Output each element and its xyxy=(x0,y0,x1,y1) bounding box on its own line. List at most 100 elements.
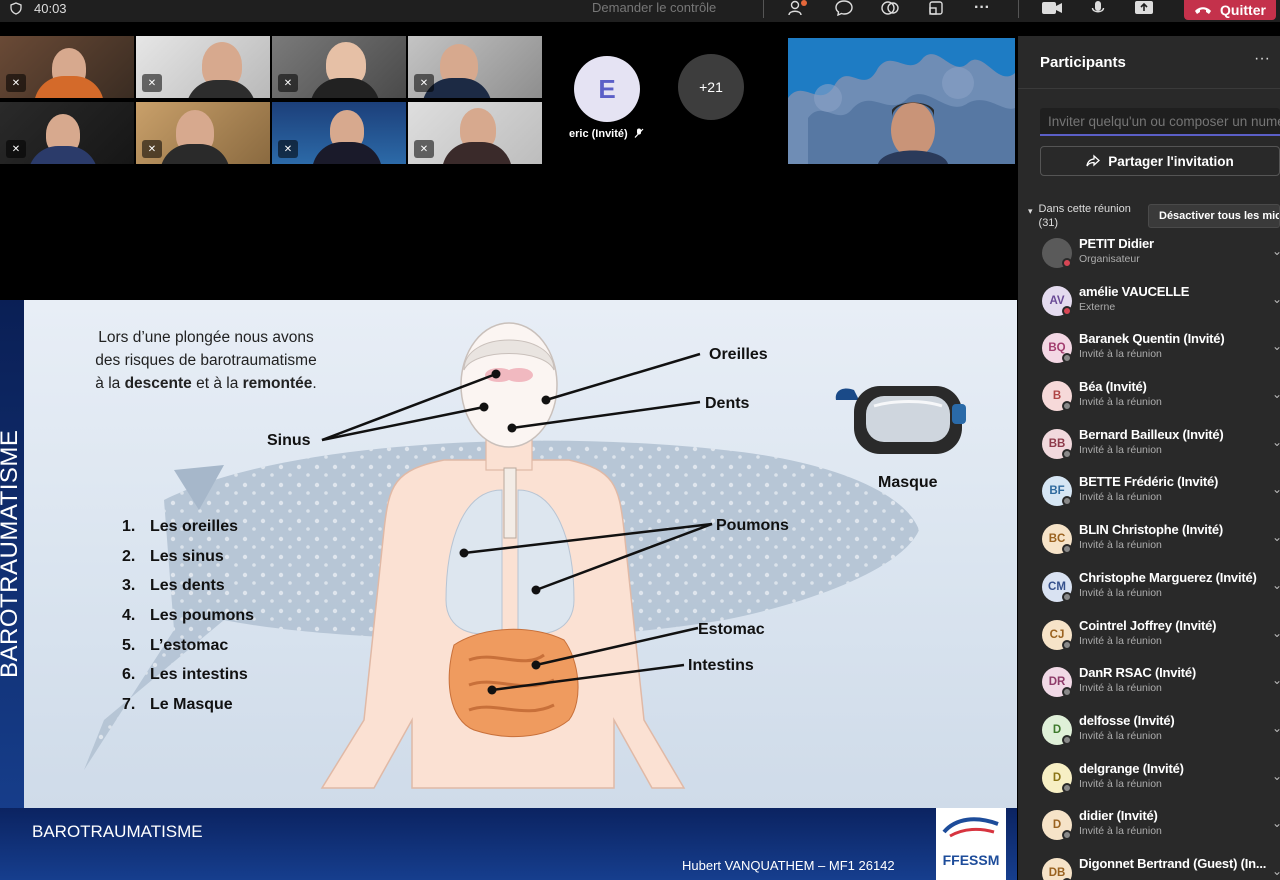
participant-row[interactable]: B Béa (Invité) Invité à la réunion ⌄ xyxy=(1018,375,1280,423)
in-meeting-section-toggle[interactable]: ▾ Dans cette réunion (31) xyxy=(1028,202,1131,230)
participant-row[interactable]: DR DanR RSAC (Invité) Invité à la réunion ⌄ xyxy=(1018,661,1280,709)
participant-row[interactable]: CM Christophe Marguerez (Invité) Invité à … xyxy=(1018,566,1280,614)
participant-name: didier (Invité) xyxy=(1079,808,1158,824)
meeting-duration: 40:03 xyxy=(34,0,67,16)
participant-video-tile[interactable]: ✕ xyxy=(408,102,542,164)
invite-search-input[interactable] xyxy=(1040,108,1280,136)
footer-author: Hubert VANQUATHEM – MF1 26142 xyxy=(682,858,895,873)
participant-video-tile[interactable]: ✕ xyxy=(136,36,270,98)
participant-row[interactable]: DB Digonnet Bertrand (Guest) (In... ⌄ xyxy=(1018,852,1280,880)
participant-row[interactable]: Ddidier (Invité) Invité à la réunion ⌄ xyxy=(1018,804,1280,852)
presence-status-icon xyxy=(1062,496,1072,507)
share-screen-icon[interactable] xyxy=(1132,0,1156,16)
risk-list: 1. Les oreilles 2. Les sinus 3. Les dents 4. Le… xyxy=(122,518,254,726)
participant-row[interactable]: Ddelfosse (Invité) Invité à la réunion ⌄ xyxy=(1018,709,1280,757)
slide-content: Lors d’une plongée nous avons des risque… xyxy=(24,300,1017,808)
chevron-down-icon[interactable]: ⌄ xyxy=(1272,292,1280,306)
participant-row[interactable]: PETIT Didier Organisateur ⌄ xyxy=(1018,232,1280,280)
participant-row[interactable]: BF BETTE Frédéric (Invité) Invité à la réu… xyxy=(1018,470,1280,518)
more-actions-icon[interactable]: ··· xyxy=(970,0,994,16)
mic-off-icon: ✕ xyxy=(6,74,26,92)
chevron-down-icon[interactable]: ⌄ xyxy=(1272,387,1280,401)
slide-side-banner: BAROTRAUMATISME xyxy=(0,300,24,808)
chevron-down-icon[interactable]: ⌄ xyxy=(1272,530,1280,544)
share-invitation-button[interactable]: Partager l'invitation xyxy=(1040,146,1280,176)
camera-icon[interactable] xyxy=(1040,0,1064,16)
participant-row[interactable]: BC BLIN Christophe (Invité) Invité à la ré… xyxy=(1018,518,1280,566)
presence-status-icon xyxy=(1062,258,1072,268)
coral-reef-background xyxy=(788,38,1015,164)
microphone-icon[interactable] xyxy=(1086,0,1110,16)
participant-role: Invité à la réunion xyxy=(1079,396,1162,409)
panel-title: Participants xyxy=(1040,54,1126,71)
mute-all-button[interactable]: Désactiver tous les micros xyxy=(1148,204,1280,228)
reactions-icon[interactable] xyxy=(878,0,902,16)
chevron-down-icon[interactable]: ⌄ xyxy=(1272,721,1280,735)
presence-status-icon xyxy=(1062,687,1072,698)
leave-meeting-button[interactable]: Quitter xyxy=(1184,0,1276,20)
teams-meeting-window: 40:03 Demander le contrôle ··· Quitter ✕… xyxy=(0,0,1280,880)
participant-video-tile[interactable]: ✕ xyxy=(0,36,134,98)
rooms-icon[interactable] xyxy=(924,0,948,16)
participant-role: Invité à la réunion xyxy=(1079,539,1162,552)
chevron-down-icon[interactable]: ⌄ xyxy=(1272,435,1280,449)
chevron-down-icon[interactable]: ⌄ xyxy=(1272,244,1280,258)
participant-video-tile[interactable]: ✕ xyxy=(408,36,542,98)
participants-icon[interactable] xyxy=(786,0,810,16)
mic-off-icon: ✕ xyxy=(414,140,434,158)
participant-name: DanR RSAC (Invité) xyxy=(1079,665,1197,681)
chat-icon[interactable] xyxy=(832,0,856,16)
avatar: DB xyxy=(1042,857,1072,880)
participant-role: Invité à la réunion xyxy=(1079,634,1162,647)
label-dents: Dents xyxy=(705,395,750,412)
participant-video-tile-active-speaker[interactable]: ✕ xyxy=(272,102,406,164)
participant-row[interactable]: Ddelgrange (Invité) Invité à la réunion ⌄ xyxy=(1018,757,1280,805)
chevron-down-icon[interactable]: ⌄ xyxy=(1272,339,1280,353)
presenter-video[interactable] xyxy=(788,38,1015,164)
toolbar-divider xyxy=(1018,0,1019,18)
chevron-down-icon[interactable]: ⌄ xyxy=(1272,482,1280,496)
chevron-down-icon[interactable]: ⌄ xyxy=(1272,864,1280,878)
participant-video-tile[interactable]: ✕ xyxy=(0,102,134,164)
participant-role: Invité à la réunion xyxy=(1079,825,1162,838)
participant-name: BLIN Christophe (Invité) xyxy=(1079,522,1223,538)
avatar-eric[interactable]: E xyxy=(574,56,640,122)
take-control-button[interactable]: Demander le contrôle xyxy=(592,0,716,15)
share-icon xyxy=(1086,154,1101,167)
participant-role: Externe xyxy=(1079,300,1116,313)
participant-name: Digonnet Bertrand (Guest) (In... xyxy=(1079,855,1267,871)
mic-off-icon: ✕ xyxy=(278,140,298,158)
chevron-down-icon[interactable]: ⌄ xyxy=(1272,578,1280,592)
panel-divider xyxy=(1018,88,1280,89)
presence-status-icon xyxy=(1062,734,1072,745)
participant-role: Organisateur xyxy=(1079,253,1140,265)
risk-list-item: 4. Les poumons xyxy=(122,607,255,625)
more-participants-bubble[interactable]: +21 xyxy=(678,54,744,120)
mic-off-icon: ✕ xyxy=(142,74,162,92)
participant-name: BETTE Frédéric (Invité) xyxy=(1079,474,1219,490)
chevron-down-icon[interactable]: ⌄ xyxy=(1272,769,1280,783)
panel-more-options-icon[interactable]: ··· xyxy=(1254,50,1270,68)
presence-status-icon xyxy=(1062,353,1072,364)
label-estomac: Estomac xyxy=(698,621,765,638)
wave-logo-icon xyxy=(942,817,999,838)
participant-name: delgrange (Invité) xyxy=(1079,760,1184,776)
participant-video-tile[interactable]: ✕ xyxy=(272,36,406,98)
ffessm-logo: FFESSM xyxy=(936,808,1006,880)
timer: 40:03 xyxy=(10,0,67,16)
toolbar-divider xyxy=(763,0,764,18)
participant-row[interactable]: BB Bernard Bailleux (Invité) Invité à la r… xyxy=(1018,423,1280,471)
chevron-down-icon[interactable]: ⌄ xyxy=(1272,673,1280,687)
participant-row[interactable]: CJ Cointrel Joffrey (Invité) Invité à la r… xyxy=(1018,614,1280,662)
participant-row[interactable]: BQ Baranek Quentin (Invité) Invité à la ré… xyxy=(1018,327,1280,375)
participant-row[interactable]: AV amélie VAUCELLE Externe ⌄ xyxy=(1018,280,1280,328)
participant-video-tile[interactable]: ✕ xyxy=(136,102,270,164)
participants-panel: Participants ··· Partager l'invitation ▾… xyxy=(1018,36,1280,880)
leave-label: Quitter xyxy=(1220,2,1266,18)
chevron-down-icon[interactable]: ⌄ xyxy=(1272,626,1280,640)
participant-name: Baranek Quentin (Invité) xyxy=(1079,331,1225,347)
label-masque: Masque xyxy=(878,474,938,491)
risk-list-item: 6. Les intestins xyxy=(122,666,248,684)
slide-intro-text: Lors d’une plongée nous avons des risque… xyxy=(95,329,317,392)
chevron-down-icon[interactable]: ⌄ xyxy=(1272,816,1280,830)
